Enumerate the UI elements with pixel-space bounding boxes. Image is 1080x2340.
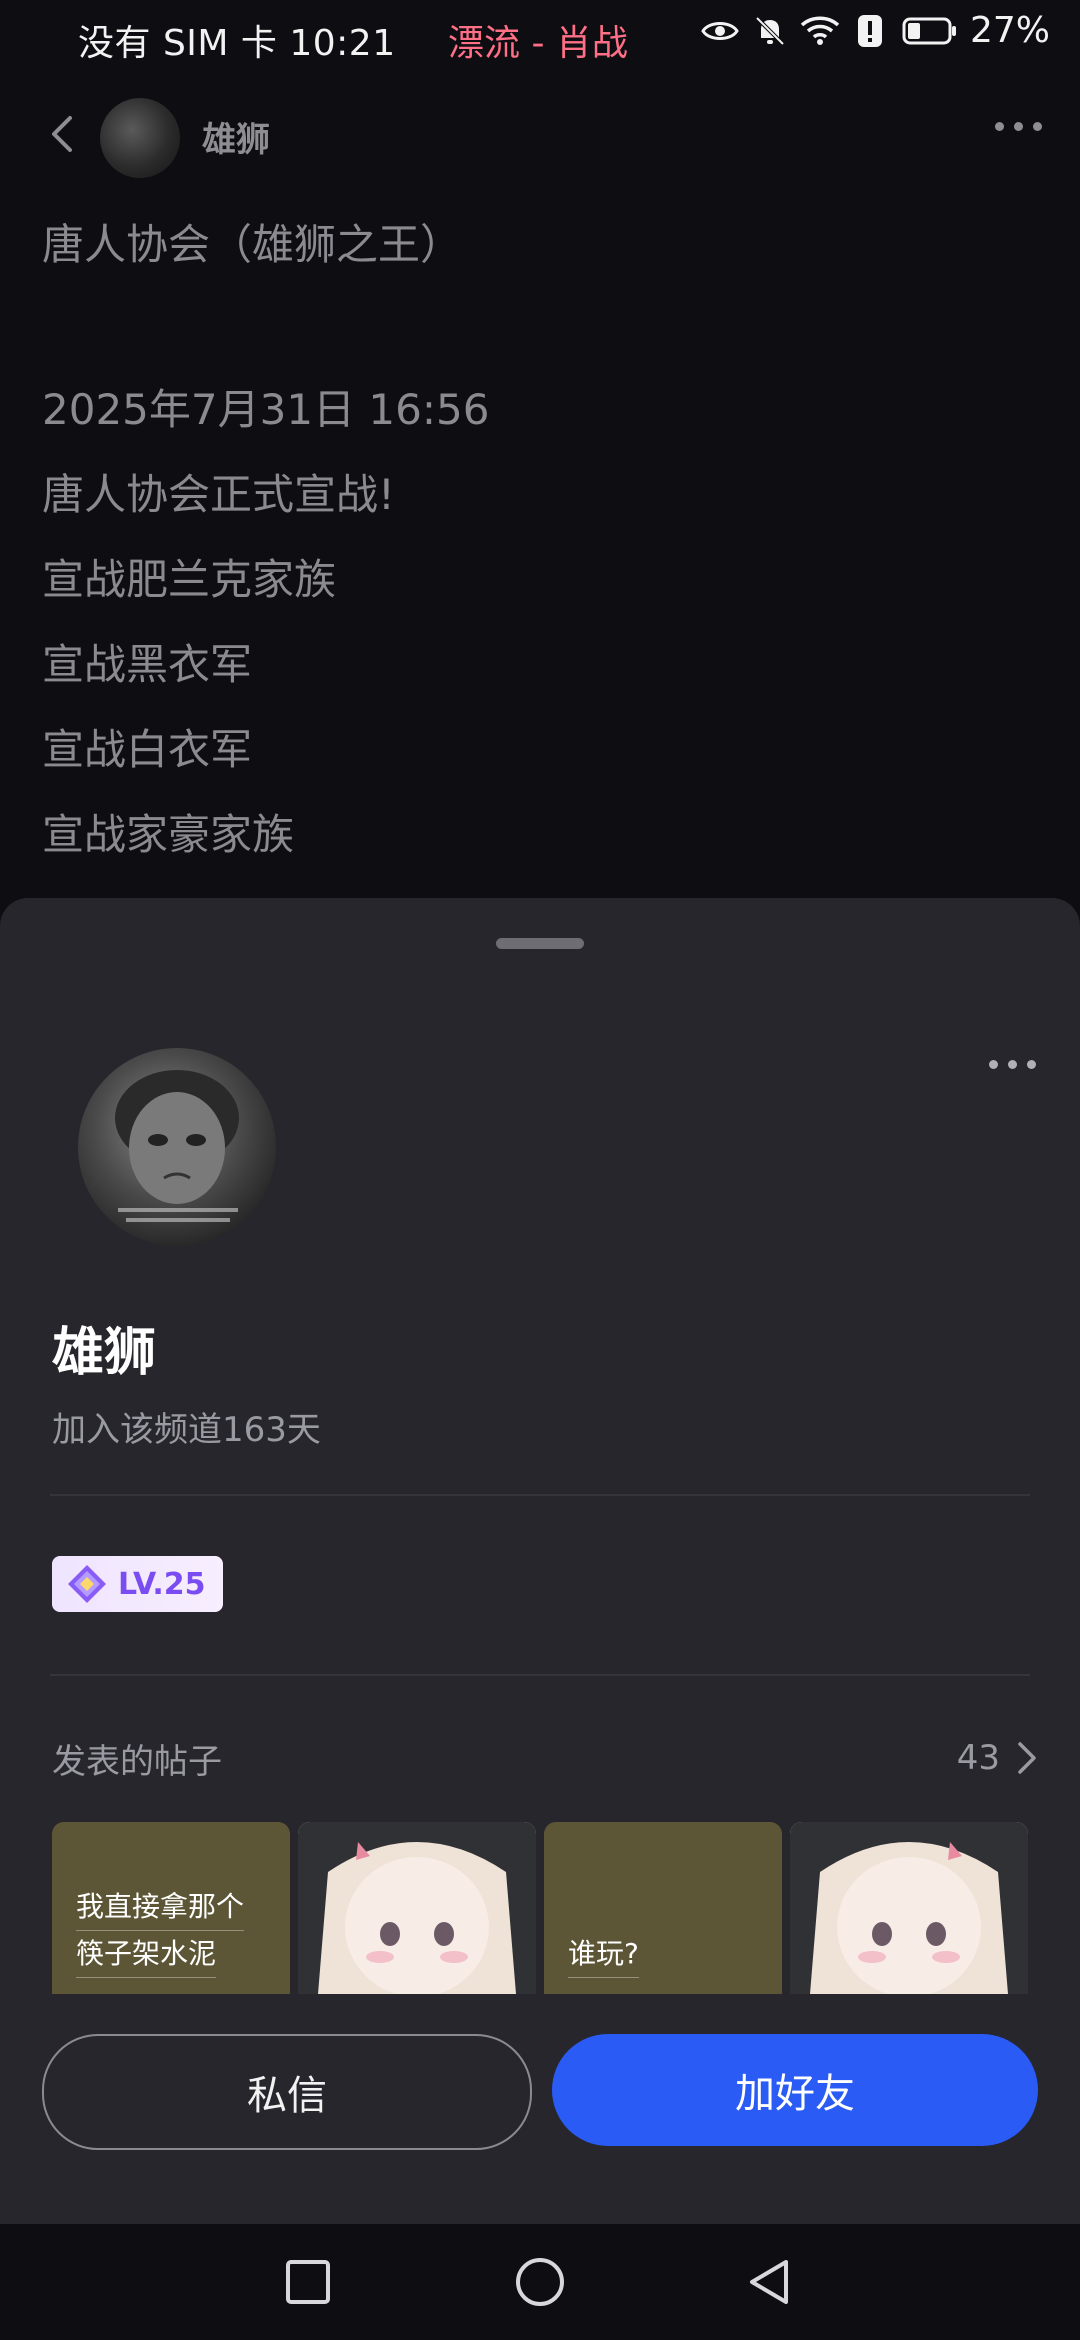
profile-sheet: 雄狮 加入该频道163天 LV.25 发表的帖子 43 我直接拿那个 筷子架水泥 (0, 898, 1080, 2224)
back-triangle-icon[interactable] (742, 2254, 798, 2310)
post-thumbnails: 我直接拿那个 筷子架水泥 谁玩? (52, 1822, 1028, 1994)
post-thumbnail[interactable] (298, 1822, 536, 1994)
add-friend-button[interactable]: 加好友 (552, 2034, 1038, 2146)
wifi-icon (800, 11, 840, 51)
avatar[interactable] (100, 98, 180, 178)
drag-handle[interactable] (496, 938, 584, 949)
back-icon[interactable] (40, 110, 88, 158)
home-icon[interactable] (512, 2254, 568, 2310)
post-thumbnail[interactable]: 谁玩? (544, 1822, 782, 1994)
level-gem-icon (68, 1565, 106, 1603)
level-badge[interactable]: LV.25 (52, 1556, 224, 1612)
thumbnail-text: 我直接拿那个 (76, 1884, 245, 1931)
post-content: 唐人协会（雄狮之王） 2025年7月31日 16:56 唐人协会正式宣战! 宣战… (42, 215, 1042, 890)
battery-percent: 27% (969, 10, 1050, 51)
post-line: 宣战黑衣军 (42, 640, 253, 689)
post-line: 2025年7月31日 16:56 (42, 385, 490, 434)
post-line: 唐人协会正式宣战! (42, 470, 395, 519)
joined-days: 加入该频道163天 (52, 1410, 321, 1450)
more-icon[interactable] (989, 1060, 1036, 1069)
divider (50, 1494, 1030, 1496)
status-icons: 27% (700, 10, 1050, 51)
post-line: 宣战家豪家族 (42, 810, 295, 859)
more-icon[interactable] (995, 122, 1042, 131)
post-thumbnail[interactable]: 我直接拿那个 筷子架水泥 (52, 1822, 290, 1994)
eye-icon (700, 11, 740, 51)
thumbnail-text: 筷子架水泥 (76, 1931, 217, 1978)
recents-icon[interactable] (280, 2254, 336, 2310)
top-nav: 雄狮 (0, 92, 1080, 178)
posts-count[interactable]: 43 (957, 1738, 1000, 1778)
system-nav-bar (0, 2224, 1080, 2340)
profile-name: 雄狮 (52, 1323, 157, 1383)
posts-header[interactable]: 发表的帖子 (52, 1734, 222, 1783)
level-text: LV.25 (118, 1566, 206, 1602)
status-bar: 没有 SIM 卡 10:21 漂流 - 肖战 27% (0, 0, 1080, 78)
nav-username[interactable]: 雄狮 (202, 112, 270, 161)
message-button[interactable]: 私信 (42, 2034, 532, 2150)
battery-icon (900, 11, 960, 51)
status-time: 没有 SIM 卡 10:21 (78, 23, 396, 64)
post-thumbnail[interactable] (790, 1822, 1028, 1994)
post-line: 宣战白衣军 (42, 725, 253, 774)
post-line: 宣战肥兰克家族 (42, 555, 337, 604)
divider (50, 1674, 1030, 1676)
alert-icon (850, 11, 890, 51)
thumbnail-text: 谁玩? (568, 1931, 639, 1978)
post-line: 唐人协会（雄狮之王） (42, 220, 463, 269)
status-music-ticker: 漂流 - 肖战 (448, 23, 628, 64)
chevron-right-icon[interactable] (1012, 1738, 1040, 1778)
profile-avatar[interactable] (78, 1048, 276, 1246)
bell-off-icon (750, 11, 790, 51)
